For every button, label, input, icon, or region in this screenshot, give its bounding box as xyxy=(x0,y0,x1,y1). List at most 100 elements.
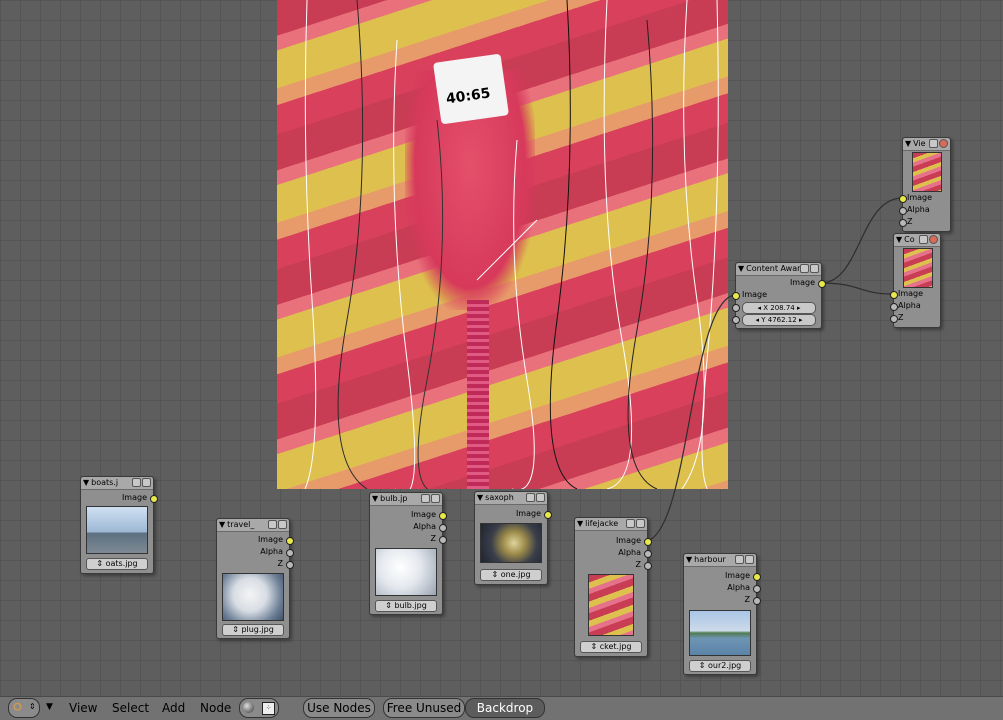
output-socket-label: Image xyxy=(515,509,541,518)
preview-toggle-icon[interactable] xyxy=(919,235,928,244)
collapse-arrow-icon[interactable]: ▼ xyxy=(738,263,744,275)
menu-add[interactable]: Add xyxy=(162,701,185,715)
output-socket-image[interactable] xyxy=(544,511,552,519)
output-socket-alpha[interactable] xyxy=(439,524,447,532)
output-socket-z[interactable] xyxy=(753,597,761,605)
output-socket-alpha[interactable] xyxy=(644,550,652,558)
hide-sockets-icon[interactable] xyxy=(278,520,287,529)
close-icon[interactable] xyxy=(929,235,938,244)
node-viewer[interactable]: ▼ Vie Image Alpha Z xyxy=(899,137,951,232)
input-socket-alpha[interactable] xyxy=(890,303,898,311)
node-image-saxophone[interactable]: ▼ saxoph Image ⇕ one.jpg xyxy=(474,491,552,585)
image-file-selector[interactable]: ⇕ plug.jpg xyxy=(222,624,284,636)
input-socket-image[interactable] xyxy=(732,292,740,300)
editor-type-selector[interactable]: ⛭ ⇕ xyxy=(8,698,40,718)
node-header[interactable]: ▼ Co xyxy=(894,234,940,247)
output-socket-alpha[interactable] xyxy=(286,549,294,557)
input-socket-y[interactable] xyxy=(732,316,740,324)
image-file-selector[interactable]: ⇕ bulb.jpg xyxy=(375,600,437,612)
image-file-selector[interactable]: ⇕ our2.jpg xyxy=(689,660,751,672)
hide-sockets-icon[interactable] xyxy=(745,555,754,564)
use-nodes-button[interactable]: Use Nodes xyxy=(303,698,375,718)
output-socket-image[interactable] xyxy=(644,538,652,546)
node-title: lifejacke xyxy=(585,519,619,528)
collapse-menus-icon[interactable]: ▼ xyxy=(46,702,53,712)
node-image-travel[interactable]: ▼ travel_ Image Alpha Z ⇕ plug.jpg xyxy=(216,518,294,639)
output-socket-z[interactable] xyxy=(644,562,652,570)
node-composite[interactable]: ▼ Co Image Alpha Z xyxy=(890,233,941,328)
node-image-boats[interactable]: ▼ boats.j Image ⇕ oats.jpg xyxy=(80,476,158,574)
output-socket-label: Image xyxy=(121,493,147,502)
input-socket-x[interactable] xyxy=(732,304,740,312)
preview-toggle-icon[interactable] xyxy=(800,264,809,273)
image-preview xyxy=(86,506,148,554)
preview-toggle-icon[interactable] xyxy=(526,493,535,502)
node-header[interactable]: ▼ boats.j xyxy=(81,477,153,490)
image-file-selector[interactable]: ⇕ one.jpg xyxy=(480,569,542,581)
collapse-arrow-icon[interactable]: ▼ xyxy=(372,493,378,505)
node-header[interactable]: ▼ harbour xyxy=(684,554,756,567)
collapse-arrow-icon[interactable]: ▼ xyxy=(577,518,583,530)
node-header[interactable]: ▼ bulb.jp xyxy=(370,493,442,506)
image-file-selector[interactable]: ⇕ cket.jpg xyxy=(580,641,642,653)
output-socket-alpha[interactable] xyxy=(753,585,761,593)
preview-toggle-icon[interactable] xyxy=(929,139,938,148)
y-value-field[interactable]: ◂ Y 4762.12 ▸ xyxy=(742,314,816,326)
node-header[interactable]: ▼ saxoph xyxy=(475,492,547,505)
menu-view[interactable]: View xyxy=(69,701,97,715)
collapse-arrow-icon[interactable]: ▼ xyxy=(219,519,225,531)
hide-sockets-icon[interactable] xyxy=(142,478,151,487)
x-value-field[interactable]: ◂ X 208.74 ▸ xyxy=(742,302,816,314)
chevron-updown-icon: ⇕ xyxy=(29,702,36,711)
tree-type-toggle[interactable]: ⁘ xyxy=(239,698,279,718)
menu-node[interactable]: Node xyxy=(200,701,231,715)
preview-toggle-icon[interactable] xyxy=(626,519,635,528)
output-socket-image[interactable] xyxy=(150,495,158,503)
preview-toggle-icon[interactable] xyxy=(735,555,744,564)
node-image-bulb[interactable]: ▼ bulb.jp Image Alpha Z ⇕ bulb.jpg xyxy=(369,492,447,615)
output-socket-image[interactable] xyxy=(439,512,447,520)
input-socket-image[interactable] xyxy=(890,291,898,299)
output-socket-image[interactable] xyxy=(753,573,761,581)
free-unused-button[interactable]: Free Unused xyxy=(383,698,465,718)
node-editor-canvas[interactable]: 40:65 ▼ boats.j Image ⇕ oats.jpg ▼ trave… xyxy=(0,0,1003,696)
collapse-arrow-icon[interactable]: ▼ xyxy=(477,492,483,504)
preview-toggle-icon[interactable] xyxy=(421,494,430,503)
input-socket-image[interactable] xyxy=(899,195,907,203)
node-title: harbour xyxy=(694,555,726,564)
preview-toggle-icon[interactable] xyxy=(132,478,141,487)
hide-sockets-icon[interactable] xyxy=(810,264,819,273)
hide-sockets-icon[interactable] xyxy=(636,519,645,528)
backdrop-toggle-button[interactable]: Backdrop xyxy=(465,698,545,718)
output-socket-z[interactable] xyxy=(286,561,294,569)
material-tree-icon[interactable] xyxy=(243,702,254,713)
output-socket-label: Alpha xyxy=(413,522,436,531)
input-socket-z[interactable] xyxy=(890,315,898,323)
node-header[interactable]: ▼ lifejacke xyxy=(575,518,647,531)
output-socket-z[interactable] xyxy=(439,536,447,544)
output-socket-image[interactable] xyxy=(286,537,294,545)
node-header[interactable]: ▼ Vie xyxy=(903,138,950,151)
node-header[interactable]: ▼ Content Awar xyxy=(736,263,821,276)
preview-toggle-icon[interactable] xyxy=(268,520,277,529)
input-socket-label: Image xyxy=(742,290,768,299)
input-socket-z[interactable] xyxy=(899,219,907,227)
texture-tree-icon[interactable]: ⁘ xyxy=(262,702,275,715)
node-image-harbour[interactable]: ▼ harbour Image Alpha Z ⇕ our2.jpg xyxy=(683,553,761,675)
input-socket-alpha[interactable] xyxy=(899,207,907,215)
menu-select[interactable]: Select xyxy=(112,701,149,715)
node-image-lifejacket[interactable]: ▼ lifejacke Image Alpha Z ⇕ cket.jpg xyxy=(574,517,652,657)
image-file-selector[interactable]: ⇕ oats.jpg xyxy=(86,558,148,570)
node-header[interactable]: ▼ travel_ xyxy=(217,519,289,532)
node-content-aware[interactable]: ▼ Content Awar Image Image ◂ X 208.74 ▸ ◂… xyxy=(732,262,826,329)
collapse-arrow-icon[interactable]: ▼ xyxy=(905,138,911,150)
wire-content-aware-to-composite xyxy=(820,282,893,295)
hide-sockets-icon[interactable] xyxy=(536,493,545,502)
collapse-arrow-icon[interactable]: ▼ xyxy=(686,554,692,566)
collapse-arrow-icon[interactable]: ▼ xyxy=(896,234,902,246)
image-filename: our2.jpg xyxy=(707,661,742,670)
output-socket-image[interactable] xyxy=(818,280,826,288)
hide-sockets-icon[interactable] xyxy=(431,494,440,503)
collapse-arrow-icon[interactable]: ▼ xyxy=(83,477,89,489)
active-viewer-icon[interactable] xyxy=(939,139,948,148)
